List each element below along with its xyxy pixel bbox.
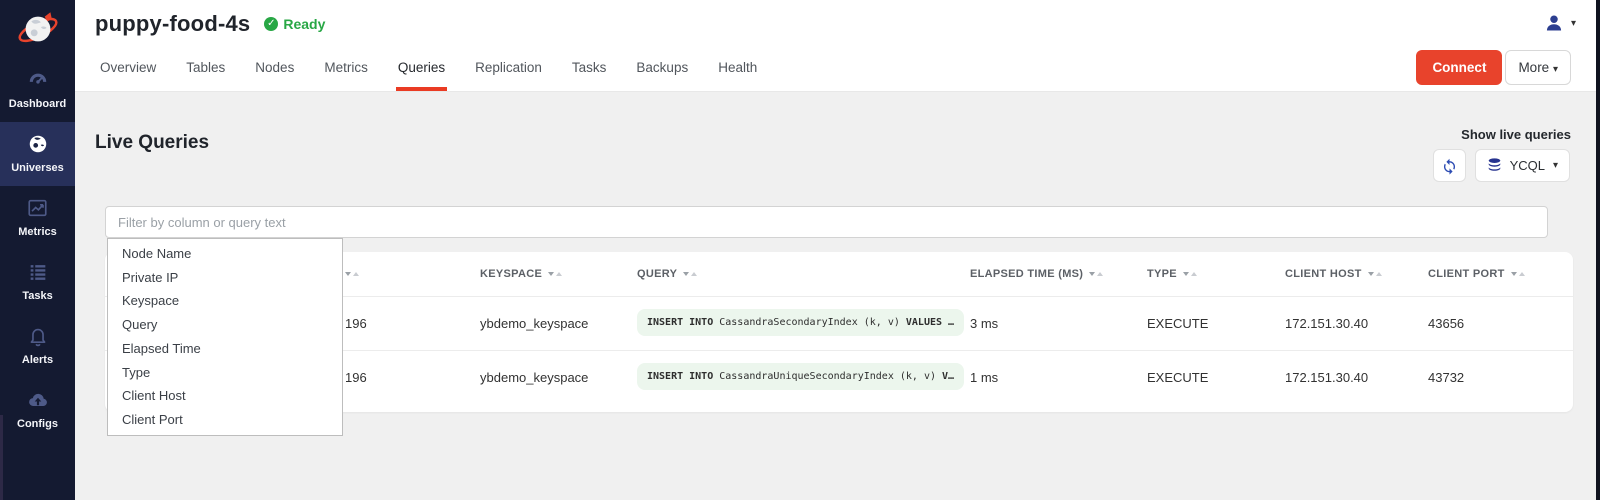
cloud-upload-icon [2,389,73,413]
tab-tables[interactable]: Tables [184,50,227,91]
connect-button[interactable]: Connect [1416,50,1502,85]
sidebar-item-alerts[interactable]: Alerts [0,314,75,378]
bell-icon [2,325,73,349]
tab-nodes[interactable]: Nodes [253,50,296,91]
sidebar-item-label: Metrics [2,226,73,238]
user-icon [1544,13,1564,33]
planet-rocket-logo-icon [15,8,61,50]
globe-icon [2,133,73,157]
api-type-dropdown[interactable]: YCQL ▾ [1475,149,1570,182]
sidebar-item-metrics[interactable]: Metrics [0,186,75,250]
cell-query: INSERT INTO CassandraUniqueSecondaryInde… [637,363,970,393]
filter-option-node-name[interactable]: Node Name [108,242,342,266]
chevron-down-icon: ▾ [1553,160,1558,171]
column-header-keyspace[interactable]: KEYSPACE [480,268,637,280]
column-header-type[interactable]: TYPE [1147,268,1285,280]
status-badge: ✓ Ready [264,16,325,32]
refresh-icon [1441,157,1458,175]
chevron-down-icon: ▾ [1571,18,1576,29]
column-header-client-port[interactable]: CLIENT PORT [1428,268,1573,280]
check-circle-icon: ✓ [264,17,278,31]
filter-option-type[interactable]: Type [108,361,342,385]
user-menu[interactable]: ▾ [1544,13,1576,33]
main-area: puppy-food-4s ✓ Ready ▾ Overview Tables No… [75,0,1596,500]
cell-type: EXECUTE [1147,370,1285,385]
cell-elapsed-time: 1 ms [970,370,1147,385]
filter-option-keyspace[interactable]: Keyspace [108,289,342,313]
live-queries-section: Live Queries Show live queries YCQL ▾ [75,92,1596,499]
cell-client-port: 43656 [1428,316,1573,331]
page-title: Live Queries [95,132,209,154]
filter-option-client-host[interactable]: Client Host [108,384,342,408]
chevron-down-icon: ▾ [1553,64,1558,75]
sidebar-item-tasks[interactable]: Tasks [0,250,75,314]
universe-title: puppy-food-4s [95,11,250,37]
yugabyte-platform-app: Dashboard Universes Metrics Tasks Alerts Conf… [0,0,1600,500]
column-header-query[interactable]: QUERY [637,268,970,280]
cell-type: EXECUTE [1147,316,1285,331]
tab-health[interactable]: Health [716,50,759,91]
query-filter-input[interactable] [105,206,1548,238]
sort-icon [548,272,562,276]
sidebar-item-label: Alerts [2,354,73,366]
sort-icon [1368,272,1382,276]
sidebar-item-configs[interactable]: Configs [0,378,75,442]
query-chip[interactable]: INSERT INTO CassandraUniqueSecondaryInde… [637,363,964,390]
sidebar-item-dashboard[interactable]: Dashboard [0,58,75,122]
sidebar-item-label: Tasks [2,290,73,302]
tab-replication[interactable]: Replication [473,50,544,91]
sort-icon [1511,272,1525,276]
tab-queries[interactable]: Queries [396,50,447,91]
query-chip[interactable]: INSERT INTO CassandraSecondaryIndex (k, … [637,309,964,336]
tab-overview[interactable]: Overview [98,50,158,91]
universe-header: puppy-food-4s ✓ Ready ▾ Overview Tables No… [75,0,1596,92]
task-list-icon [2,261,73,285]
cell-client-host: 172.151.30.40 [1285,316,1428,331]
sidebar-item-label: Universes [2,162,73,174]
sort-icon [1089,272,1103,276]
cell-query: INSERT INTO CassandraSecondaryIndex (k, … [637,309,970,339]
filter-option-elapsed-time[interactable]: Elapsed Time [108,337,342,361]
edge-strip [1596,0,1600,500]
cell-keyspace: ybdemo_keyspace [480,370,637,385]
cell-elapsed-time: 3 ms [970,316,1147,331]
filter-option-query[interactable]: Query [108,313,342,337]
sort-icon [1183,272,1197,276]
yugabyte-logo[interactable] [0,0,75,58]
sidebar-item-label: Configs [2,418,73,430]
tab-backups[interactable]: Backups [634,50,690,91]
sort-icon [345,272,359,276]
column-header-client-host[interactable]: CLIENT HOST [1285,268,1428,280]
tab-metrics[interactable]: Metrics [322,50,370,91]
cell-client-host: 172.151.30.40 [1285,370,1428,385]
cell-keyspace: ybdemo_keyspace [480,316,637,331]
universe-tabs: Overview Tables Nodes Metrics Queries Replica… [98,50,759,91]
cell-client-port: 43732 [1428,370,1573,385]
column-header-elapsed-time-ms[interactable]: ELAPSED TIME (MS) [970,268,1147,280]
filter-option-client-port[interactable]: Client Port [108,408,342,432]
tab-tasks[interactable]: Tasks [570,50,609,91]
refresh-button[interactable] [1433,149,1466,182]
filter-option-private-ip[interactable]: Private IP [108,266,342,290]
sidebar-item-label: Dashboard [2,98,73,110]
sidebar-item-universes[interactable]: Universes [0,122,75,186]
show-live-queries-label: Show live queries [1461,127,1571,142]
chart-line-icon [2,197,73,221]
edge-artifact [0,415,3,500]
more-button[interactable]: More ▾ [1505,50,1571,85]
sidebar: Dashboard Universes Metrics Tasks Alerts Conf… [0,0,75,500]
gauge-icon [2,69,73,93]
filter-column-dropdown: Node NamePrivate IPKeyspaceQueryElapsed … [107,238,343,436]
database-icon [1487,158,1502,174]
sort-icon [683,272,697,276]
